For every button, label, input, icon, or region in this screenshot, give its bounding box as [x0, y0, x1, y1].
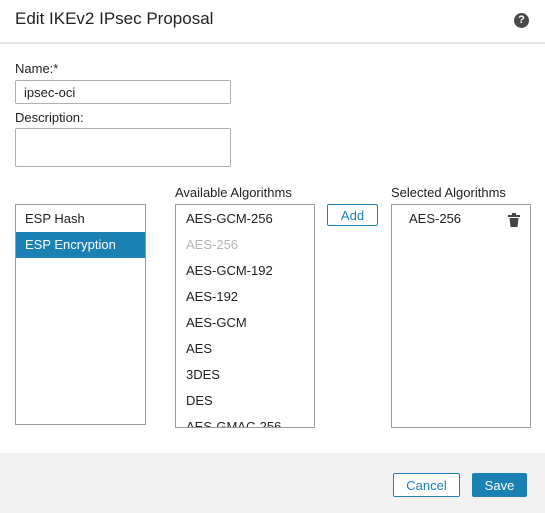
dialog-header: Edit IKEv2 IPsec Proposal ? [0, 0, 545, 44]
save-button[interactable]: Save [472, 473, 527, 497]
available-algorithm-item[interactable]: AES [176, 336, 314, 362]
available-algorithms-list[interactable]: AES-GCM-256 AES-256 AES-GCM-192 AES-192 AES-… [175, 204, 315, 428]
available-algorithm-item[interactable]: 3DES [176, 362, 314, 388]
edit-ikev2-ipsec-proposal-dialog: Edit IKEv2 IPsec Proposal ? Name:* Descr… [0, 0, 545, 513]
available-algorithm-item[interactable]: AES-GMAC-256 [176, 414, 314, 427]
dialog-footer: Cancel Save [0, 453, 545, 513]
trash-icon[interactable] [508, 213, 520, 227]
name-label: Name:* [15, 61, 59, 76]
description-label: Description: [15, 110, 84, 125]
available-algorithm-item[interactable]: AES-192 [176, 284, 314, 310]
name-input[interactable] [15, 80, 231, 104]
available-algorithm-item[interactable]: DES [176, 388, 314, 414]
available-algorithms-heading: Available Algorithms [175, 185, 292, 200]
category-item[interactable]: ESP Hash [16, 206, 145, 232]
dialog-title: Edit IKEv2 IPsec Proposal [15, 9, 214, 28]
algorithm-category-list: ESP Hash ESP Encryption [15, 204, 146, 425]
available-algorithm-item[interactable]: AES-GCM-192 [176, 258, 314, 284]
category-item[interactable]: ESP Encryption [16, 232, 145, 258]
help-icon[interactable]: ? [514, 13, 529, 28]
description-input[interactable] [15, 128, 231, 167]
available-algorithm-item: AES-256 [186, 237, 239, 252]
available-algorithm-item[interactable]: AES-GCM-256 [176, 206, 314, 232]
selected-algorithm-item: AES-256 [392, 206, 530, 232]
cancel-button[interactable]: Cancel [393, 473, 460, 497]
selected-algorithms-heading: Selected Algorithms [391, 185, 506, 200]
selected-algorithms-list: AES-256 [391, 204, 531, 428]
add-button[interactable]: Add [327, 204, 378, 226]
selected-algorithm-label: AES-256 [409, 211, 462, 226]
available-algorithm-item[interactable]: AES-GCM [176, 310, 314, 336]
